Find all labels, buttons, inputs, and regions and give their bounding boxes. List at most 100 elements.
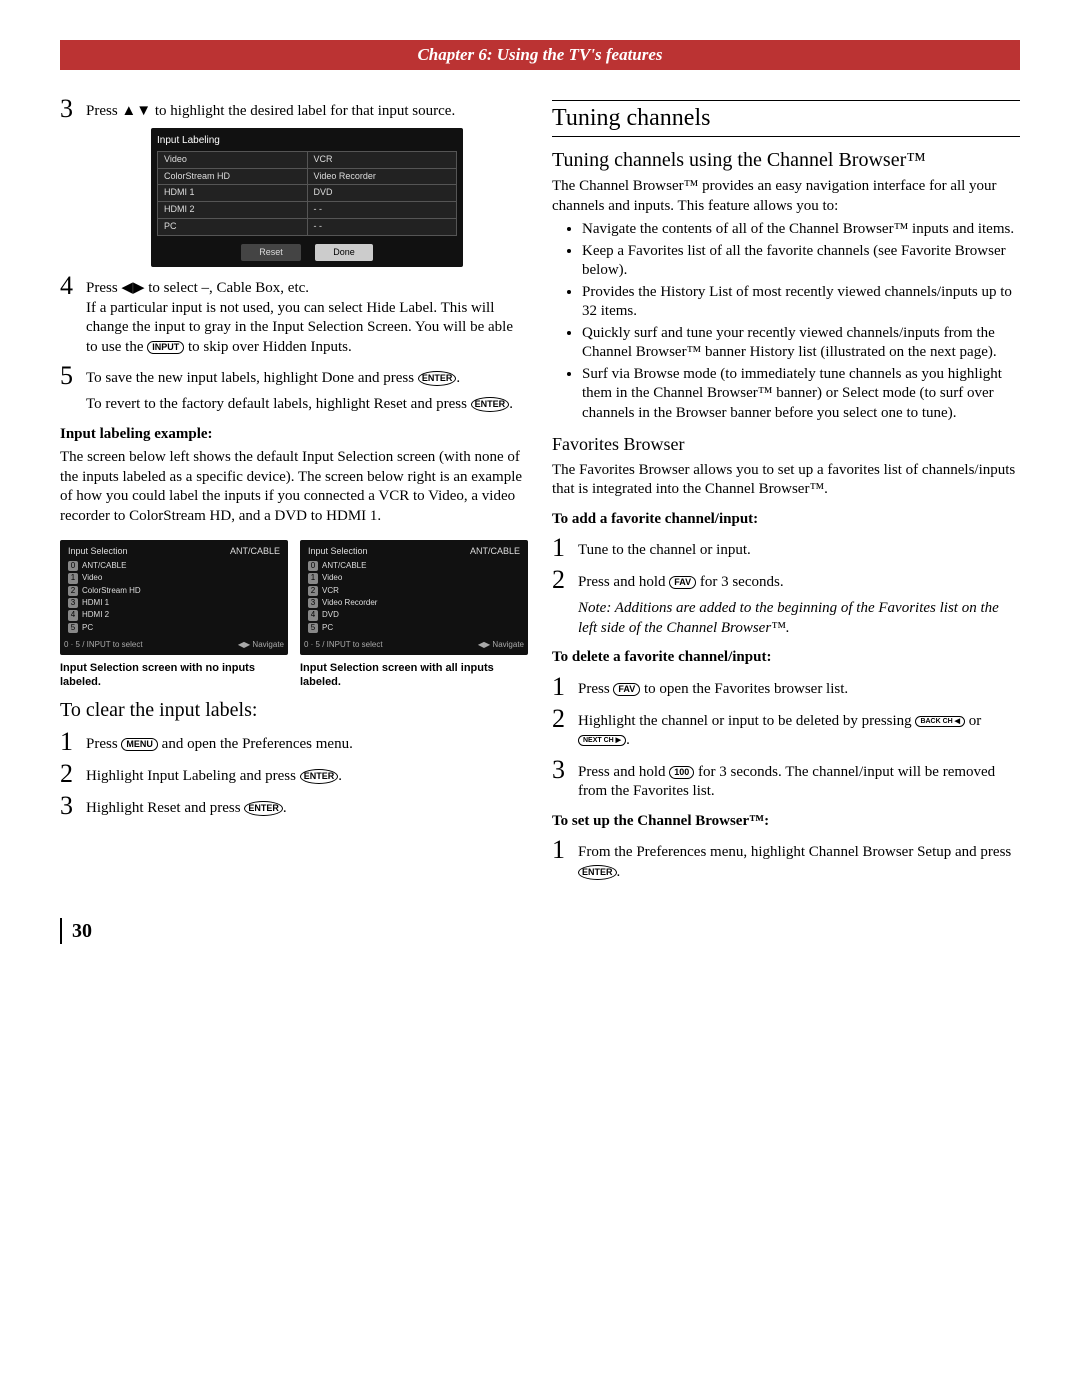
screen-source: ANT/CABLE <box>230 546 280 558</box>
step-5: 5 To save the new input labels, highligh… <box>60 363 528 389</box>
text: to open the Favorites browser list. <box>644 681 848 697</box>
add-step-2: 2 Press and hold FAV for 3 seconds. <box>552 567 1020 593</box>
fav-button-icon: FAV <box>613 683 640 696</box>
step-3: 3 Press ▲▼ to highlight the desired labe… <box>60 96 528 122</box>
reset-instruction: To revert to the factory default labels,… <box>86 395 528 415</box>
table-cell: - - <box>307 202 457 219</box>
chapter-header: Chapter 6: Using the TV's features <box>60 40 1020 70</box>
screens-row: Input SelectionANT/CABLE 0ANT/CABLE 1Vid… <box>60 534 528 689</box>
step-number: 4 <box>60 273 86 299</box>
screen-caption: Input Selection screen with no inputs la… <box>60 661 288 690</box>
left-column: 3 Press ▲▼ to highlight the desired labe… <box>60 90 528 888</box>
step-number: 1 <box>552 674 578 700</box>
text: Highlight Input Labeling and press <box>86 768 296 784</box>
done-button[interactable]: Done <box>315 244 373 262</box>
text: Highlight the channel or input to be del… <box>578 713 912 729</box>
enter-button-icon: ENTER <box>471 397 510 412</box>
feature-bullets: Navigate the contents of all of the Chan… <box>582 220 1020 423</box>
step-text: . <box>456 370 460 386</box>
list-item: HDMI 2 <box>82 610 109 619</box>
add-favorite-title: To add a favorite channel/input: <box>552 510 1020 530</box>
step-number: 1 <box>60 729 86 755</box>
input-selection-screen-right: Input SelectionANT/CABLE 0ANT/CABLE 1Vid… <box>300 540 528 654</box>
tuning-channels-heading: Tuning channels <box>552 100 1020 137</box>
delete-favorite-title: To delete a favorite channel/input: <box>552 648 1020 668</box>
list-item: ColorStream HD <box>82 586 141 595</box>
table-cell: DVD <box>307 185 457 202</box>
step-number: 2 <box>552 567 578 593</box>
del-step-2: 2 Highlight the channel or input to be d… <box>552 706 1020 751</box>
menu-button-icon: MENU <box>121 738 158 751</box>
tuning-subheading: Tuning channels using the Channel Browse… <box>552 147 1020 173</box>
input-labeling-dialog: Input Labeling VideoVCR ColorStream HDVi… <box>151 128 463 267</box>
list-item: Quickly surf and tune your recently view… <box>582 324 1020 363</box>
text: Press and hold <box>578 764 666 780</box>
enter-button-icon: ENTER <box>300 769 339 784</box>
setup-step-1: 1 From the Preferences menu, highlight C… <box>552 837 1020 882</box>
text: Press and hold <box>578 574 666 590</box>
text: . <box>283 800 287 816</box>
list-item: Video <box>82 573 102 582</box>
list-item: PC <box>322 623 333 632</box>
screen-title: Input Selection <box>68 546 128 558</box>
enter-button-icon: ENTER <box>418 371 457 386</box>
two-column-layout: 3 Press ▲▼ to highlight the desired labe… <box>60 90 1020 888</box>
clear-step-1: 1 Press MENU and open the Preferences me… <box>60 729 528 755</box>
favorites-paragraph: The Favorites Browser allows you to set … <box>552 461 1020 500</box>
step-number: 3 <box>60 96 86 122</box>
intro-paragraph: The Channel Browser™ provides an easy na… <box>552 177 1020 216</box>
list-item: Navigate the contents of all of the Chan… <box>582 220 1020 240</box>
example-heading: Input labeling example: <box>60 425 528 445</box>
text: To revert to the factory default labels,… <box>86 396 467 412</box>
table-cell: VCR <box>307 152 457 169</box>
text: Press <box>86 736 118 752</box>
add-note: Note: Additions are added to the beginni… <box>578 599 1020 638</box>
step-text: Tune to the channel or input. <box>578 535 1020 561</box>
list-item: DVD <box>322 610 339 619</box>
list-item: Surf via Browse mode (to immediately tun… <box>582 365 1020 424</box>
step-text: Press ◀▶ to select –, Cable Box, etc. <box>86 280 309 296</box>
table-cell: HDMI 2 <box>158 202 308 219</box>
enter-button-icon: ENTER <box>578 865 617 880</box>
step-number: 1 <box>552 535 578 561</box>
list-item: Video <box>322 573 342 582</box>
text: Press <box>578 681 610 697</box>
step-number: 3 <box>60 793 86 819</box>
fav-button-icon: FAV <box>669 576 696 589</box>
screen-caption: Input Selection screen with all inputs l… <box>300 661 528 690</box>
step-text: To save the new input labels, highlight … <box>86 370 414 386</box>
step-4: 4 Press ◀▶ to select –, Cable Box, etc. … <box>60 273 528 357</box>
input-selection-screen-left: Input SelectionANT/CABLE 0ANT/CABLE 1Vid… <box>60 540 288 654</box>
text: . <box>626 732 630 748</box>
page-number: 30 <box>60 918 1020 944</box>
next-ch-icon: NEXT CH ▶ <box>578 735 626 746</box>
list-item: Provides the History List of most recent… <box>582 283 1020 322</box>
clear-step-3: 3 Highlight Reset and press ENTER. <box>60 793 528 819</box>
text: for 3 seconds. <box>700 574 784 590</box>
list-item: HDMI 1 <box>82 598 109 607</box>
footer-hint: 0 · 5 / INPUT to select <box>304 640 383 650</box>
text: or <box>969 713 982 729</box>
text: . <box>617 864 621 880</box>
back-ch-icon: BACK CH ◀ <box>915 716 965 727</box>
text: . <box>338 768 342 784</box>
list-item: PC <box>82 623 93 632</box>
table-cell: - - <box>307 218 457 235</box>
text: Highlight Reset and press <box>86 800 241 816</box>
footer-hint: ◀▶ Navigate <box>478 640 524 650</box>
step-number: 5 <box>60 363 86 389</box>
clear-labels-heading: To clear the input labels: <box>60 697 528 723</box>
add-step-1: 1 Tune to the channel or input. <box>552 535 1020 561</box>
right-column: Tuning channels Tuning channels using th… <box>552 90 1020 888</box>
step-number: 1 <box>552 837 578 863</box>
input-labeling-table: VideoVCR ColorStream HDVideo Recorder HD… <box>157 151 457 235</box>
clear-step-2: 2 Highlight Input Labeling and press ENT… <box>60 761 528 787</box>
example-paragraph: The screen below left shows the default … <box>60 448 528 526</box>
screen-source: ANT/CABLE <box>470 546 520 558</box>
list-item: Video Recorder <box>322 598 377 607</box>
text: . <box>509 396 513 412</box>
text: and open the Preferences menu. <box>162 736 353 752</box>
enter-button-icon: ENTER <box>244 801 283 816</box>
footer-hint: ◀▶ Navigate <box>238 640 284 650</box>
reset-button[interactable]: Reset <box>241 244 301 262</box>
